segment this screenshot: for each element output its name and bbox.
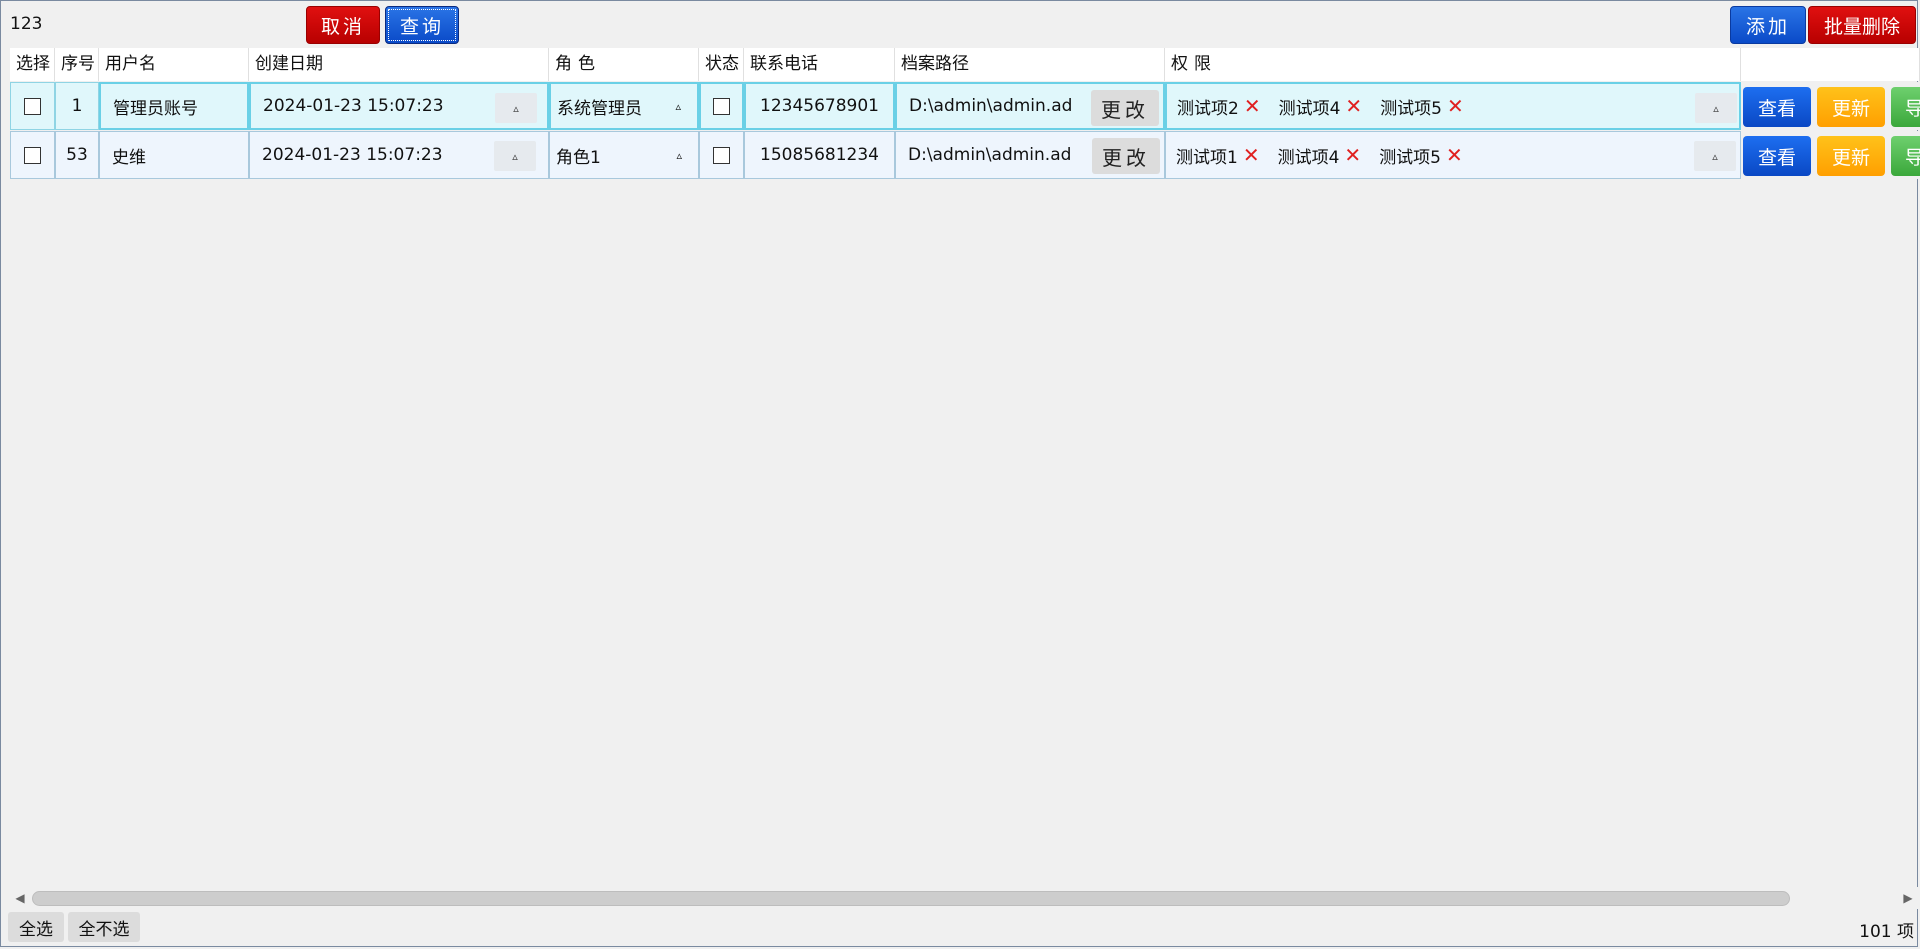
expand-arrow-icon[interactable]: ▵ bbox=[495, 93, 537, 123]
add-button[interactable]: 添加 bbox=[1730, 6, 1806, 44]
status-checkbox[interactable] bbox=[713, 146, 730, 164]
remove-tag-icon[interactable]: ✕ bbox=[1244, 96, 1261, 116]
row-username[interactable]: 史维 bbox=[99, 131, 249, 179]
update-button[interactable]: 更新 bbox=[1817, 136, 1885, 176]
header-role[interactable]: 角色 bbox=[549, 48, 699, 81]
row-created-value: 2024-01-23 15:07:23 bbox=[263, 96, 444, 116]
view-button[interactable]: 查看 bbox=[1743, 136, 1811, 176]
horizontal-scrollbar[interactable]: ◀ ▶ bbox=[10, 887, 1918, 909]
row-actions: 查看 更新 导出 bbox=[1741, 82, 1920, 130]
row-permissions-select[interactable]: 测试项1 ✕ 测试项4 ✕ 测试项5 ✕ ▵ bbox=[1165, 131, 1741, 179]
status-checkbox[interactable] bbox=[713, 97, 730, 115]
export-button[interactable]: 导出 bbox=[1891, 87, 1920, 127]
row-index: 1 bbox=[55, 82, 99, 130]
header-phone[interactable]: 联系电话 bbox=[744, 48, 895, 81]
change-path-button[interactable]: 更改 bbox=[1092, 138, 1160, 174]
header-path[interactable]: 档案路径 bbox=[895, 48, 1165, 81]
permission-tag-label: 测试项5 bbox=[1379, 147, 1442, 168]
permission-tag: 测试项1 ✕ bbox=[1176, 143, 1260, 168]
permission-tag: 测试项2 ✕ bbox=[1177, 94, 1261, 119]
table-row[interactable]: 53 史维 2024-01-23 15:07:23 ▵ 角色1 ▵ 150856… bbox=[10, 131, 1920, 179]
row-path-value: D:\admin\admin.ad bbox=[909, 96, 1073, 116]
change-path-button[interactable]: 更改 bbox=[1091, 90, 1159, 126]
row-role-select[interactable]: 角色1 ▵ bbox=[549, 131, 699, 179]
batch-delete-button[interactable]: 批量删除 bbox=[1808, 6, 1916, 44]
header-username[interactable]: 用户名 bbox=[99, 48, 249, 81]
row-status-cell bbox=[699, 131, 744, 179]
update-button[interactable]: 更新 bbox=[1817, 87, 1885, 127]
row-index: 53 bbox=[55, 131, 99, 179]
cancel-button[interactable]: 取消 bbox=[306, 6, 380, 44]
row-path-cell: D:\admin\admin.ad 更改 bbox=[895, 131, 1165, 179]
remove-tag-icon[interactable]: ✕ bbox=[1447, 96, 1464, 116]
expand-arrow-icon[interactable]: ▵ bbox=[494, 141, 536, 171]
dropdown-arrow-icon[interactable]: ▵ bbox=[676, 149, 682, 162]
remove-tag-icon[interactable]: ✕ bbox=[1345, 96, 1362, 116]
row-role-value: 系统管理员 bbox=[557, 98, 642, 119]
row-phone[interactable]: 15085681234 bbox=[744, 131, 895, 179]
view-button[interactable]: 查看 bbox=[1743, 87, 1811, 127]
row-select-cell bbox=[10, 131, 55, 179]
permission-tag: 测试项5 ✕ bbox=[1379, 143, 1463, 168]
row-role-value: 角色1 bbox=[556, 147, 601, 168]
row-permissions-select[interactable]: 测试项2 ✕ 测试项4 ✕ 测试项5 ✕ ▵ bbox=[1165, 82, 1741, 130]
expand-arrow-icon[interactable]: ▵ bbox=[1694, 141, 1736, 171]
select-none-button[interactable]: 全不选 bbox=[68, 912, 140, 942]
item-count: 101 项 bbox=[1859, 922, 1914, 942]
permission-tag-label: 测试项1 bbox=[1176, 147, 1238, 168]
row-path-value: D:\admin\admin.ad bbox=[908, 145, 1072, 165]
row-checkbox[interactable] bbox=[24, 146, 41, 164]
remove-tag-icon[interactable]: ✕ bbox=[1344, 145, 1361, 165]
header-actions bbox=[1741, 48, 1920, 81]
scrollbar-thumb[interactable] bbox=[32, 891, 1790, 906]
permission-tag: 测试项5 ✕ bbox=[1380, 94, 1464, 119]
search-input[interactable] bbox=[10, 11, 290, 37]
permission-tag-label: 测试项4 bbox=[1278, 98, 1341, 119]
row-username[interactable]: 管理员账号 bbox=[99, 82, 249, 130]
row-path-cell: D:\admin\admin.ad 更改 bbox=[895, 82, 1165, 130]
header-status[interactable]: 状态 bbox=[699, 48, 744, 81]
header-permissions[interactable]: 权限 bbox=[1165, 48, 1741, 81]
query-button[interactable]: 查询 bbox=[385, 6, 459, 44]
row-actions: 查看 更新 导出 bbox=[1741, 131, 1920, 179]
permission-tag: 测试项4 ✕ bbox=[1278, 143, 1362, 168]
remove-tag-icon[interactable]: ✕ bbox=[1446, 145, 1463, 165]
row-phone[interactable]: 12345678901 bbox=[744, 82, 895, 130]
table-header: 选择 序号 用户名 创建日期 角色 状态 联系电话 档案路径 权限 bbox=[10, 48, 1920, 81]
permission-tag-label: 测试项2 bbox=[1177, 98, 1239, 119]
expand-arrow-icon[interactable]: ▵ bbox=[1695, 93, 1737, 123]
header-index[interactable]: 序号 bbox=[55, 48, 99, 81]
table-row[interactable]: 1 管理员账号 2024-01-23 15:07:23 ▵ 系统管理员 ▵ 12… bbox=[10, 82, 1920, 130]
row-checkbox[interactable] bbox=[24, 97, 41, 115]
permission-tag-label: 测试项5 bbox=[1380, 98, 1443, 119]
scroll-right-icon[interactable]: ▶ bbox=[1898, 887, 1918, 909]
row-status-cell bbox=[699, 82, 744, 130]
scroll-left-icon[interactable]: ◀ bbox=[10, 887, 30, 909]
header-created[interactable]: 创建日期 bbox=[249, 48, 549, 81]
dropdown-arrow-icon[interactable]: ▵ bbox=[675, 100, 681, 113]
remove-tag-icon[interactable]: ✕ bbox=[1243, 145, 1260, 165]
export-button[interactable]: 导出 bbox=[1891, 136, 1920, 176]
row-created-picker[interactable]: 2024-01-23 15:07:23 ▵ bbox=[249, 82, 549, 130]
row-select-cell bbox=[10, 82, 55, 130]
permission-tag-label: 测试项4 bbox=[1277, 147, 1340, 168]
select-all-button[interactable]: 全选 bbox=[8, 912, 64, 942]
permission-tag: 测试项4 ✕ bbox=[1279, 94, 1363, 119]
row-created-picker[interactable]: 2024-01-23 15:07:23 ▵ bbox=[249, 131, 549, 179]
header-select[interactable]: 选择 bbox=[10, 48, 55, 81]
row-created-value: 2024-01-23 15:07:23 bbox=[262, 145, 443, 165]
row-role-select[interactable]: 系统管理员 ▵ bbox=[549, 82, 699, 130]
